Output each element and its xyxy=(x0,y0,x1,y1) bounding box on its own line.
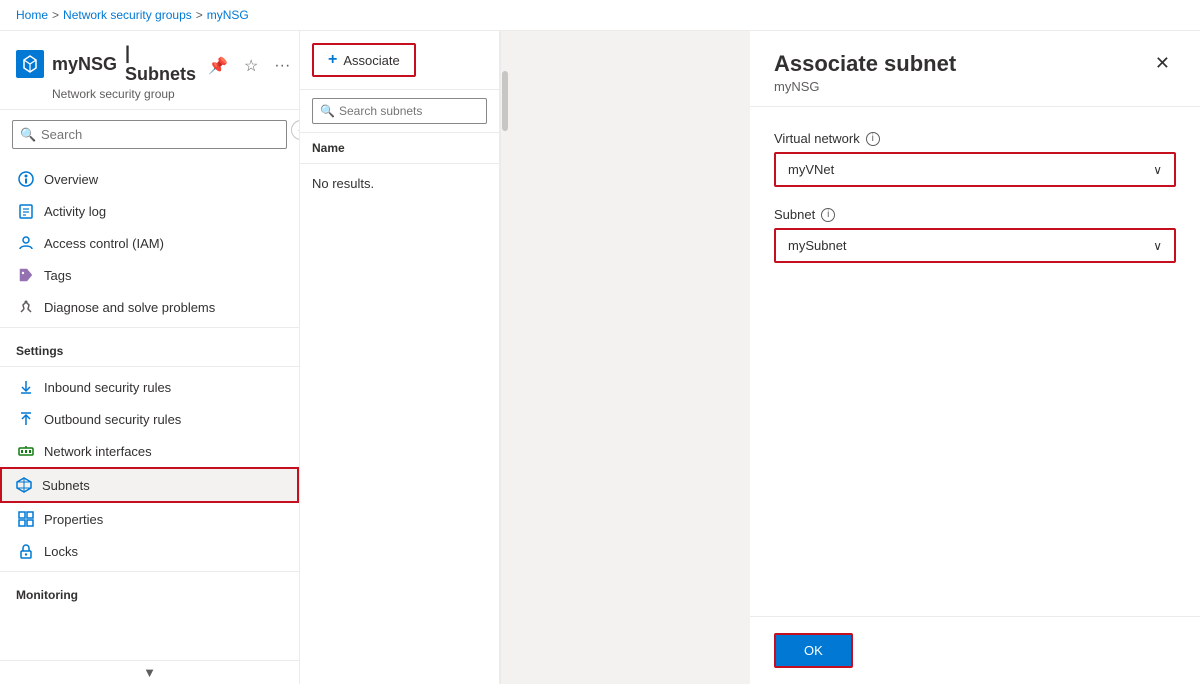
tags-label: Tags xyxy=(44,268,71,283)
flyout-title-area: Associate subnet myNSG xyxy=(774,51,956,94)
outbound-icon xyxy=(18,411,34,427)
more-button[interactable]: ··· xyxy=(270,55,294,77)
properties-label: Properties xyxy=(44,512,103,527)
flyout-footer: OK xyxy=(750,616,1200,684)
flyout-body: Virtual network i myVNet ∨ Subnet i mySu… xyxy=(750,107,1200,616)
sidebar-item-subnets[interactable]: Subnets xyxy=(0,467,299,503)
locks-icon xyxy=(18,543,34,559)
search-input[interactable] xyxy=(12,120,287,149)
sidebar-item-overview[interactable]: Overview xyxy=(0,163,299,195)
overview-icon xyxy=(18,171,34,187)
sidebar-item-activity-log[interactable]: Activity log xyxy=(0,195,299,227)
monitoring-divider xyxy=(0,571,299,572)
settings-divider2 xyxy=(0,366,299,367)
plus-icon: + xyxy=(328,51,337,69)
vertical-scrollbar[interactable] xyxy=(500,31,508,684)
tags-icon xyxy=(18,267,34,283)
breadcrumb-home[interactable]: Home xyxy=(16,8,48,22)
subnet-group: Subnet i mySubnet ∨ xyxy=(774,207,1176,263)
search-subnets-input[interactable] xyxy=(312,98,487,124)
subnets-panel: + Associate 🔍 Name No results. xyxy=(300,31,500,684)
sidebar-header: myNSG | Subnets 📌 ☆ ··· Network security… xyxy=(0,31,299,110)
resource-name: myNSG xyxy=(52,54,117,75)
search-container: 🔍 xyxy=(12,120,287,149)
panel-toolbar: + Associate xyxy=(300,31,499,90)
virtual-network-value: myVNet xyxy=(788,162,834,177)
virtual-network-text: Virtual network xyxy=(774,131,860,146)
virtual-network-chevron-icon: ∨ xyxy=(1153,163,1162,177)
scrollbar-thumb[interactable] xyxy=(502,71,508,131)
sidebar-item-tags[interactable]: Tags xyxy=(0,259,299,291)
panel-search: 🔍 xyxy=(300,90,499,133)
sidebar-item-inbound[interactable]: Inbound security rules xyxy=(0,371,299,403)
breadcrumb-nsg[interactable]: Network security groups xyxy=(63,8,192,22)
panel-search-icon: 🔍 xyxy=(320,104,335,118)
scroll-down-indicator: ▼ xyxy=(0,660,299,684)
associate-subnet-flyout: Associate subnet myNSG ✕ Virtual network… xyxy=(750,31,1200,684)
sidebar-item-outbound[interactable]: Outbound security rules xyxy=(0,403,299,435)
subnet-info-icon[interactable]: i xyxy=(821,208,835,222)
sidebar: myNSG | Subnets 📌 ☆ ··· Network security… xyxy=(0,31,300,684)
locks-label: Locks xyxy=(44,544,78,559)
flyout-header: Associate subnet myNSG ✕ xyxy=(750,31,1200,107)
subnets-label: Subnets xyxy=(42,478,90,493)
resource-title-row: myNSG | Subnets 📌 ☆ ··· xyxy=(16,43,283,85)
access-control-icon xyxy=(18,235,34,251)
inbound-label: Inbound security rules xyxy=(44,380,171,395)
associate-label: Associate xyxy=(343,53,399,68)
settings-divider xyxy=(0,327,299,328)
nsg-icon xyxy=(16,50,44,78)
resource-subtitle: | Subnets xyxy=(125,43,196,85)
sidebar-nav: Overview Activity log Access control (IA… xyxy=(0,159,299,660)
search-area: 🔍 « xyxy=(0,110,299,159)
breadcrumb: Home > Network security groups > myNSG xyxy=(0,0,1200,31)
subnet-value: mySubnet xyxy=(788,238,847,253)
ok-button[interactable]: OK xyxy=(774,633,853,668)
activity-log-label: Activity log xyxy=(44,204,106,219)
diagnose-icon xyxy=(18,299,34,315)
subnet-chevron-icon: ∨ xyxy=(1153,239,1162,253)
sidebar-item-properties[interactable]: Properties xyxy=(0,503,299,535)
overview-label: Overview xyxy=(44,172,98,187)
virtual-network-label: Virtual network i xyxy=(774,131,1176,146)
settings-section-title: Settings xyxy=(0,332,299,362)
sidebar-item-access-control[interactable]: Access control (IAM) xyxy=(0,227,299,259)
pin-button[interactable]: 📌 xyxy=(204,54,232,78)
diagnose-label: Diagnose and solve problems xyxy=(44,300,215,315)
outbound-label: Outbound security rules xyxy=(44,412,181,427)
access-control-label: Access control (IAM) xyxy=(44,236,164,251)
flyout-subtitle: myNSG xyxy=(774,79,956,94)
inbound-icon xyxy=(18,379,34,395)
subnet-text: Subnet xyxy=(774,207,815,222)
panel-table-header: Name xyxy=(300,133,499,164)
subnet-dropdown[interactable]: mySubnet ∨ xyxy=(774,228,1176,263)
collapse-button[interactable]: « xyxy=(291,120,300,140)
breadcrumb-sep2: > xyxy=(196,8,203,22)
sidebar-item-diagnose[interactable]: Diagnose and solve problems xyxy=(0,291,299,323)
associate-button[interactable]: + Associate xyxy=(312,43,416,77)
search-icon: 🔍 xyxy=(20,127,36,143)
virtual-network-dropdown[interactable]: myVNet ∨ xyxy=(774,152,1176,187)
network-interfaces-icon xyxy=(18,443,34,459)
breadcrumb-sep1: > xyxy=(52,8,59,22)
subnet-label: Subnet i xyxy=(774,207,1176,222)
sidebar-item-locks[interactable]: Locks xyxy=(0,535,299,567)
no-results: No results. xyxy=(300,164,499,203)
network-interfaces-label: Network interfaces xyxy=(44,444,152,459)
subnets-icon xyxy=(16,477,32,493)
header-actions: 📌 ☆ ··· xyxy=(204,54,294,78)
sidebar-item-network-interfaces[interactable]: Network interfaces xyxy=(0,435,299,467)
activity-log-icon xyxy=(18,203,34,219)
virtual-network-group: Virtual network i myVNet ∨ xyxy=(774,131,1176,187)
favorite-button[interactable]: ☆ xyxy=(240,54,262,78)
breadcrumb-current[interactable]: myNSG xyxy=(207,8,249,22)
properties-icon xyxy=(18,511,34,527)
flyout-title: Associate subnet xyxy=(774,51,956,77)
subnets-panel-wrapper: + Associate 🔍 Name No results. xyxy=(300,31,750,684)
monitoring-section-title: Monitoring xyxy=(0,576,299,606)
virtual-network-info-icon[interactable]: i xyxy=(866,132,880,146)
flyout-close-button[interactable]: ✕ xyxy=(1149,51,1176,76)
scroll-down-icon: ▼ xyxy=(143,665,156,680)
resource-type: Network security group xyxy=(52,87,283,101)
